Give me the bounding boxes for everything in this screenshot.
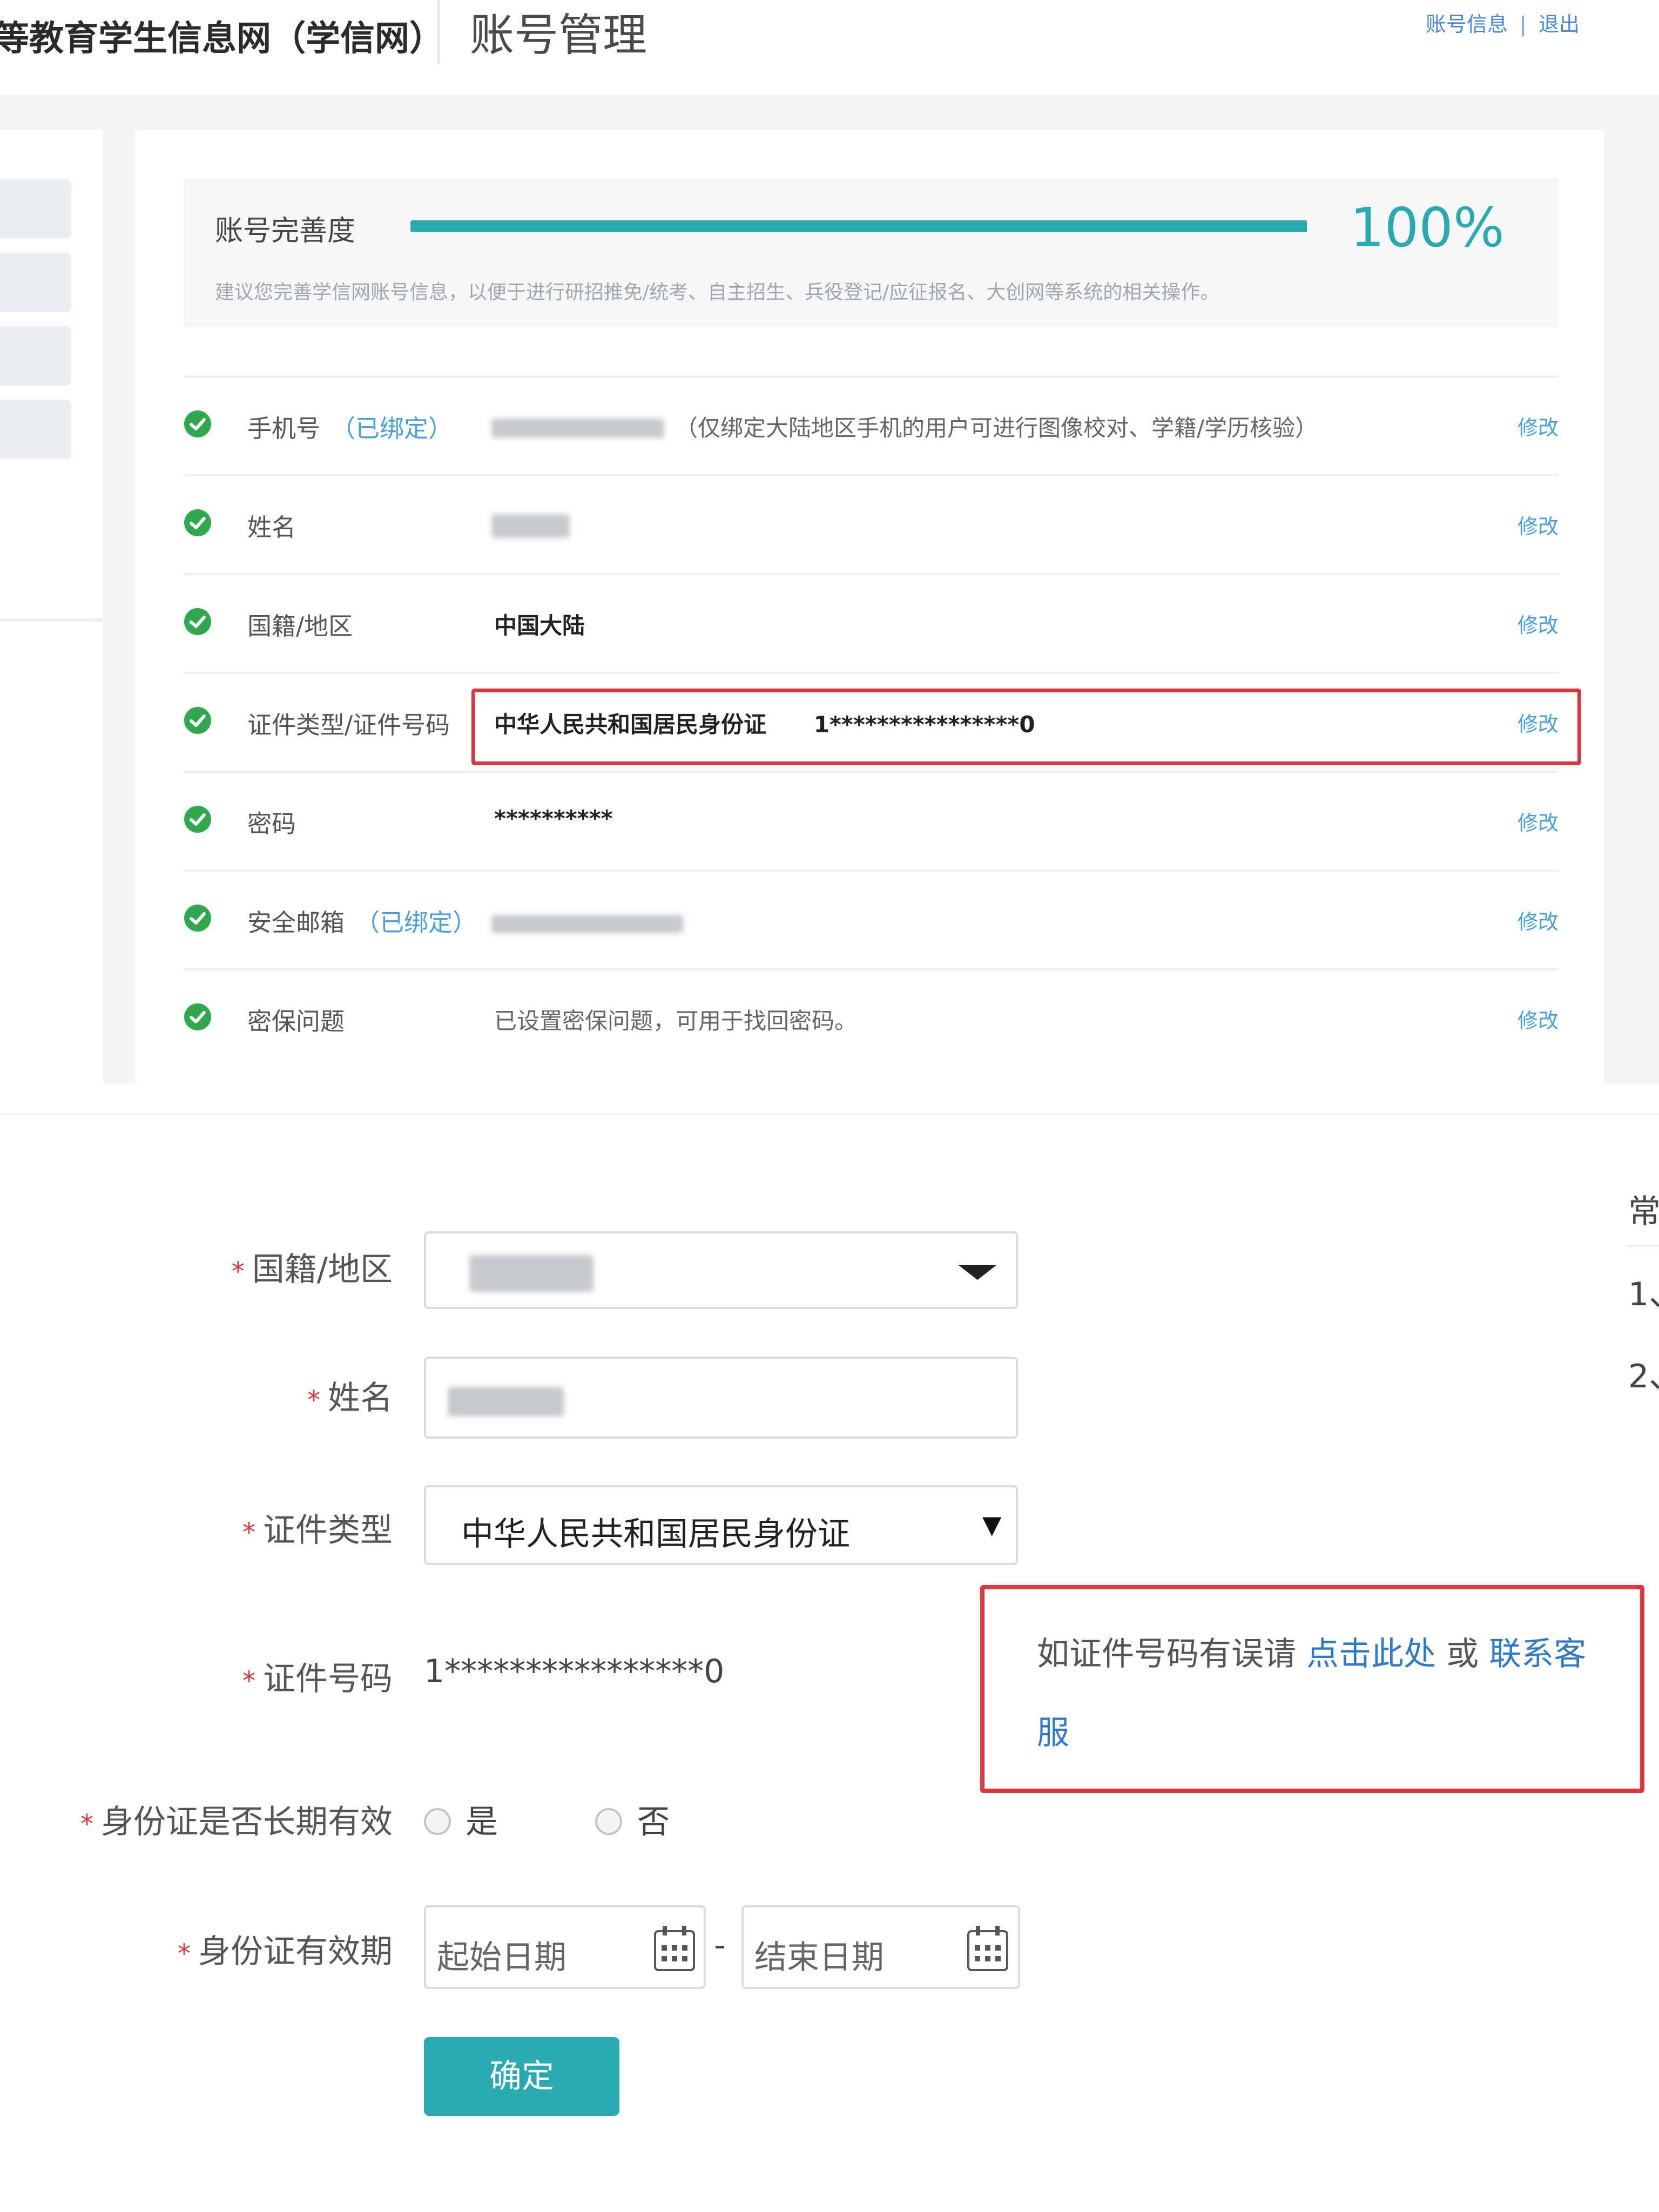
right-sidebar-item: 1、 [1628, 1276, 1659, 1313]
info-row-security-question: 密保问题 已设置密保问题，可用于找回密码。 修改 [184, 968, 1559, 1069]
sidebar-divider [0, 618, 103, 622]
info-row-email: 安全邮箱 （已绑定） 修改 [184, 869, 1559, 970]
security-question-value: 已设置密保问题，可用于找回密码。 [494, 1008, 858, 1034]
dropdown-arrow-icon: ▼ [982, 1510, 1002, 1539]
long-term-no-radio[interactable] [595, 1808, 622, 1835]
edit-email-link[interactable]: 修改 [1518, 905, 1559, 935]
right-sidebar-divider [1627, 1245, 1659, 1247]
edit-phone-link[interactable]: 修改 [1518, 411, 1559, 441]
section-gap [0, 1083, 1659, 1115]
blurred-name-value [491, 514, 570, 538]
edit-name-link[interactable]: 修改 [1518, 510, 1559, 539]
password-value: ********** [494, 805, 613, 832]
row-label: 手机号 （已绑定） [247, 414, 453, 443]
page-title: 账号管理 [470, 10, 648, 61]
calendar-icon[interactable] [966, 1925, 1009, 1972]
row-label: 证件类型/证件号码 [247, 711, 450, 739]
id-number-value: 1****************0 [424, 1653, 725, 1690]
id-row-highlight-box [471, 689, 1581, 765]
nationality-form-label: * 国籍/地区 [231, 1251, 393, 1289]
top-header: 等教育学生信息网（学信网） 账号管理 账号信息 | 退出 [0, 0, 1659, 95]
site-name: 等教育学生信息网（学信网） [0, 18, 444, 59]
name-form-label: * 姓名 [307, 1379, 393, 1417]
row-label: 姓名 [247, 513, 296, 542]
right-sidebar-heading: 常 [1628, 1193, 1659, 1231]
row-label: 国籍/地区 [247, 612, 353, 640]
blurred-nationality-value [469, 1255, 594, 1292]
validity-form-label: * 身份证有效期 [178, 1933, 393, 1971]
left-sidebar [0, 130, 103, 1083]
calendar-icon[interactable] [653, 1925, 696, 1972]
id-type-select[interactable]: 中华人民共和国居民身份证 ▼ [424, 1485, 1018, 1565]
name-input[interactable] [424, 1357, 1018, 1439]
logout-link[interactable]: 退出 [1539, 12, 1580, 36]
id-error-hint-text: 如证件号码有误请 点击此处 或 联系客服 [1037, 1635, 1587, 1752]
sidebar-item[interactable] [0, 326, 71, 386]
long-term-form-label: * 身份证是否长期有效 [80, 1803, 393, 1841]
long-term-yes-label[interactable]: 是 [466, 1796, 498, 1843]
link-separator: | [1520, 12, 1527, 36]
sidebar-item[interactable] [0, 253, 71, 312]
account-info-link[interactable]: 账号信息 [1426, 12, 1508, 36]
info-row-name: 姓名 修改 [184, 474, 1559, 575]
sidebar-item[interactable] [0, 400, 71, 459]
blurred-phone-value [491, 419, 664, 438]
id-number-form-label: * 证件号码 [242, 1660, 393, 1698]
edit-nationality-link[interactable]: 修改 [1518, 609, 1559, 638]
completeness-label: 账号完善度 [215, 215, 356, 247]
nationality-select[interactable] [424, 1231, 1018, 1309]
row-label: 密保问题 [247, 1007, 345, 1036]
check-circle-icon [184, 1003, 211, 1030]
confirm-button[interactable]: 确定 [424, 2037, 619, 2116]
check-circle-icon [184, 509, 211, 536]
bound-status: （已绑定） [355, 908, 477, 937]
blurred-email-value [491, 915, 683, 933]
sidebar-item[interactable] [0, 179, 71, 239]
phone-note: （仅绑定大陆地区手机的用户可进行图像校对、学籍/学历核验） [675, 415, 1318, 441]
long-term-no-label[interactable]: 否 [637, 1796, 670, 1843]
completeness-tip: 建议您完善学信网账号信息，以便于进行研招推免/统考、自主招生、兵役登记/应征报名… [215, 281, 1220, 304]
bound-status: （已绑定） [331, 414, 453, 443]
completeness-progress-bar [410, 220, 1307, 232]
completeness-percent: 100% [1350, 196, 1505, 259]
info-row-nationality: 国籍/地区 中国大陆 修改 [184, 573, 1559, 674]
nationality-value: 中国大陆 [494, 612, 585, 639]
long-term-yes-radio[interactable] [424, 1808, 451, 1835]
blurred-name-input-value [448, 1387, 564, 1417]
check-circle-icon [184, 410, 211, 437]
check-circle-icon [184, 707, 211, 734]
info-row-phone: 手机号 （已绑定） （仅绑定大陆地区手机的用户可进行图像校对、学籍/学历核验） 修… [184, 375, 1559, 476]
check-circle-icon [184, 905, 211, 932]
end-date-input[interactable]: 结束日期 [741, 1905, 1020, 1989]
id-type-selected-value: 中华人民共和国居民身份证 [461, 1515, 850, 1553]
dropdown-arrow-icon [958, 1265, 997, 1280]
start-date-input[interactable]: 起始日期 [424, 1905, 706, 1989]
row-label: 安全邮箱 （已绑定） [247, 908, 477, 937]
id-type-form-label: * 证件类型 [242, 1512, 393, 1549]
date-range-separator: - [714, 1926, 726, 1964]
edit-security-question-link[interactable]: 修改 [1518, 1004, 1559, 1034]
header-divider [437, 0, 440, 64]
check-circle-icon [184, 608, 211, 635]
edit-password-link[interactable]: 修改 [1518, 806, 1559, 836]
click-here-link[interactable]: 点击此处 [1306, 1635, 1436, 1673]
row-label: 密码 [247, 810, 296, 838]
info-row-password: 密码 ********** 修改 [184, 771, 1559, 872]
check-circle-icon [184, 806, 211, 833]
top-links: 账号信息 | 退出 [1426, 8, 1580, 37]
right-sidebar-item: 2、 [1628, 1358, 1659, 1395]
completeness-progress-fill [410, 220, 1307, 232]
